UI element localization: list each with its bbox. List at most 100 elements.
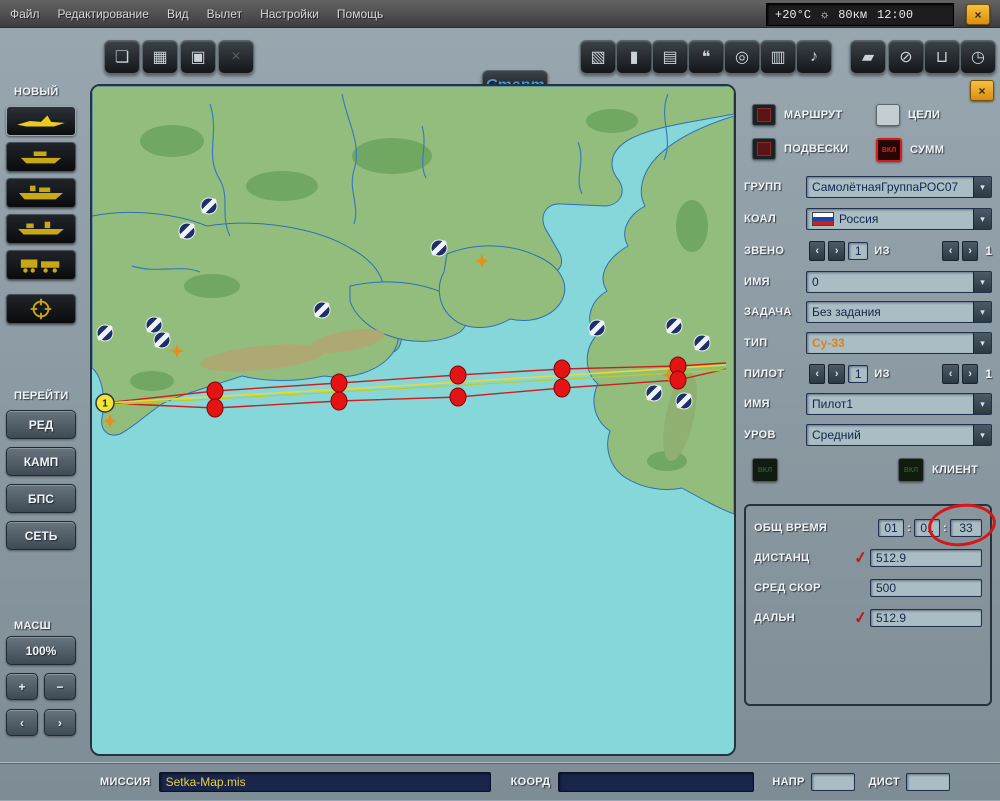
client-checkbox[interactable]: ВКЛ [898, 458, 924, 482]
waypoint-marker[interactable] [553, 359, 571, 379]
zoom-level-button[interactable]: 100% [6, 636, 76, 665]
mission-file-field[interactable]: Setka-Map.mis [158, 772, 491, 792]
new-boat-button[interactable] [6, 142, 76, 172]
waypoint-marker[interactable] [206, 398, 224, 418]
type-dropdown[interactable]: Су-33 ▾ [806, 332, 992, 354]
save-mission-button[interactable]: ▣ [180, 40, 216, 74]
airfield-marker[interactable] [178, 222, 196, 240]
flight-number-field[interactable]: 1 [847, 242, 869, 260]
map-book-button[interactable]: ▥ [760, 40, 796, 74]
airfield-marker[interactable] [96, 324, 114, 342]
time-seconds-field[interactable]: 33 [950, 519, 982, 537]
new-train-button[interactable] [6, 250, 76, 280]
flight-total-next-button[interactable]: › [961, 241, 979, 261]
flight-prev-button[interactable]: ‹ [809, 241, 826, 261]
loadout-checkbox[interactable] [752, 138, 776, 160]
airfield-marker[interactable] [675, 392, 693, 410]
new-target-button[interactable] [6, 294, 76, 324]
route-checkbox[interactable] [752, 104, 776, 126]
airfield-marker[interactable] [645, 384, 663, 402]
vkl-toggle[interactable]: ВКЛ [752, 458, 778, 482]
chat-tool-button[interactable]: ❝ [688, 40, 724, 74]
pilot-total-next-button[interactable]: › [961, 364, 979, 384]
chevron-down-icon[interactable]: ▾ [973, 177, 991, 197]
airfield-marker[interactable] [588, 319, 606, 337]
briefing-tool-button[interactable]: ▤ [652, 40, 688, 74]
airfield-marker[interactable] [313, 301, 331, 319]
vehicles-filter-button[interactable]: ▰ [850, 40, 886, 74]
coalition-dropdown[interactable]: Россия ▾ [806, 208, 992, 230]
waypoint-marker[interactable] [330, 373, 348, 393]
dist-field[interactable] [905, 773, 950, 791]
close-panel-button[interactable]: × [970, 80, 994, 101]
airfield-marker[interactable] [693, 334, 711, 352]
client-toggle[interactable]: ВКЛ КЛИЕНТ [898, 458, 978, 482]
menu-edit[interactable]: Редактирование [58, 7, 149, 21]
summ-toggle[interactable]: ВКЛ СУММ [876, 138, 944, 162]
chevron-down-icon[interactable]: ▾ [973, 272, 991, 292]
menu-file[interactable]: Файл [10, 7, 40, 21]
airfield-marker[interactable] [153, 331, 171, 349]
goto-quickmission-button[interactable]: БПС [6, 484, 76, 513]
airfield-marker[interactable] [665, 317, 683, 335]
flight-total-prev-button[interactable]: ‹ [942, 241, 959, 261]
open-mission-button[interactable]: ▦ [142, 40, 178, 74]
pan-left-button[interactable]: ‹ [6, 709, 38, 736]
waypoint-marker[interactable] [206, 381, 224, 401]
menu-flight[interactable]: Вылет [207, 7, 242, 21]
chevron-down-icon[interactable]: ▾ [973, 394, 991, 414]
avg-speed-field[interactable]: 500 [870, 579, 982, 597]
pilot-prev-button[interactable]: ‹ [809, 364, 826, 384]
airfield-marker[interactable] [145, 316, 163, 334]
heading-field[interactable] [810, 773, 855, 791]
summ-checkbox[interactable]: ВКЛ [876, 138, 902, 162]
waypoint-marker[interactable] [449, 365, 467, 385]
pan-right-button[interactable]: › [44, 709, 76, 736]
menu-help[interactable]: Помощь [337, 7, 383, 21]
time-hours-field[interactable]: 01 [878, 519, 905, 537]
targets-checkbox[interactable] [876, 104, 900, 126]
chevron-down-icon[interactable]: ▾ [973, 333, 991, 353]
objects-tool-button[interactable]: ▧ [580, 40, 616, 74]
new-warship-button[interactable] [6, 214, 76, 244]
delete-button[interactable]: × [218, 40, 254, 74]
goto-editor-button[interactable]: РЕД [6, 410, 76, 439]
targets-toggle[interactable]: ЦЕЛИ [876, 104, 940, 126]
pilot-number-field[interactable]: 1 [847, 365, 869, 383]
group-dropdown[interactable]: СамолётнаяГруппаРОС07 ▾ [806, 176, 992, 198]
pilot-total-prev-button[interactable]: ‹ [942, 364, 959, 384]
chevron-down-icon[interactable]: ▾ [973, 302, 991, 322]
new-mission-button[interactable]: ❏ [104, 40, 140, 74]
menu-settings[interactable]: Настройки [260, 7, 319, 21]
level-dropdown[interactable]: Средний ▾ [806, 424, 992, 446]
ordnance-tool-button[interactable]: ▮ [616, 40, 652, 74]
waypoint-marker[interactable] [330, 391, 348, 411]
name-dropdown[interactable]: 0 ▾ [806, 271, 992, 293]
goto-campaign-button[interactable]: КАМП [6, 447, 76, 476]
distance-field[interactable]: 512.9 [870, 549, 982, 567]
zoom-in-button[interactable]: + [6, 673, 38, 700]
airfield-marker[interactable] [200, 197, 218, 215]
close-app-button[interactable]: × [966, 4, 990, 25]
ships-filter-button[interactable]: ⊔ [924, 40, 960, 74]
map-canvas[interactable]: 1 [90, 84, 736, 756]
task-dropdown[interactable]: Без задания ▾ [806, 301, 992, 323]
waypoint-marker[interactable] [553, 378, 571, 398]
vkl-checkbox[interactable]: ВКЛ [752, 458, 778, 482]
pilot-next-button[interactable]: › [828, 364, 845, 384]
flight-next-button[interactable]: › [828, 241, 845, 261]
time-minutes-field[interactable]: 01 [914, 519, 941, 537]
menu-view[interactable]: Вид [167, 7, 189, 21]
waypoint-marker[interactable] [669, 370, 687, 390]
time-button[interactable]: ◷ [960, 40, 996, 74]
new-aircraft-button[interactable] [6, 106, 76, 136]
loadout-toggle[interactable]: ПОДВЕСКИ [752, 138, 848, 160]
chevron-down-icon[interactable]: ▾ [973, 209, 991, 229]
waypoint-marker[interactable] [449, 387, 467, 407]
coord-field[interactable] [558, 772, 755, 792]
goto-network-button[interactable]: СЕТЬ [6, 521, 76, 550]
view-tool-button[interactable]: ◎ [724, 40, 760, 74]
restrict-filter-button[interactable]: ⊘ [888, 40, 924, 74]
range-field[interactable]: 512.9 [870, 609, 982, 627]
route-toggle[interactable]: МАРШРУТ [752, 104, 842, 126]
